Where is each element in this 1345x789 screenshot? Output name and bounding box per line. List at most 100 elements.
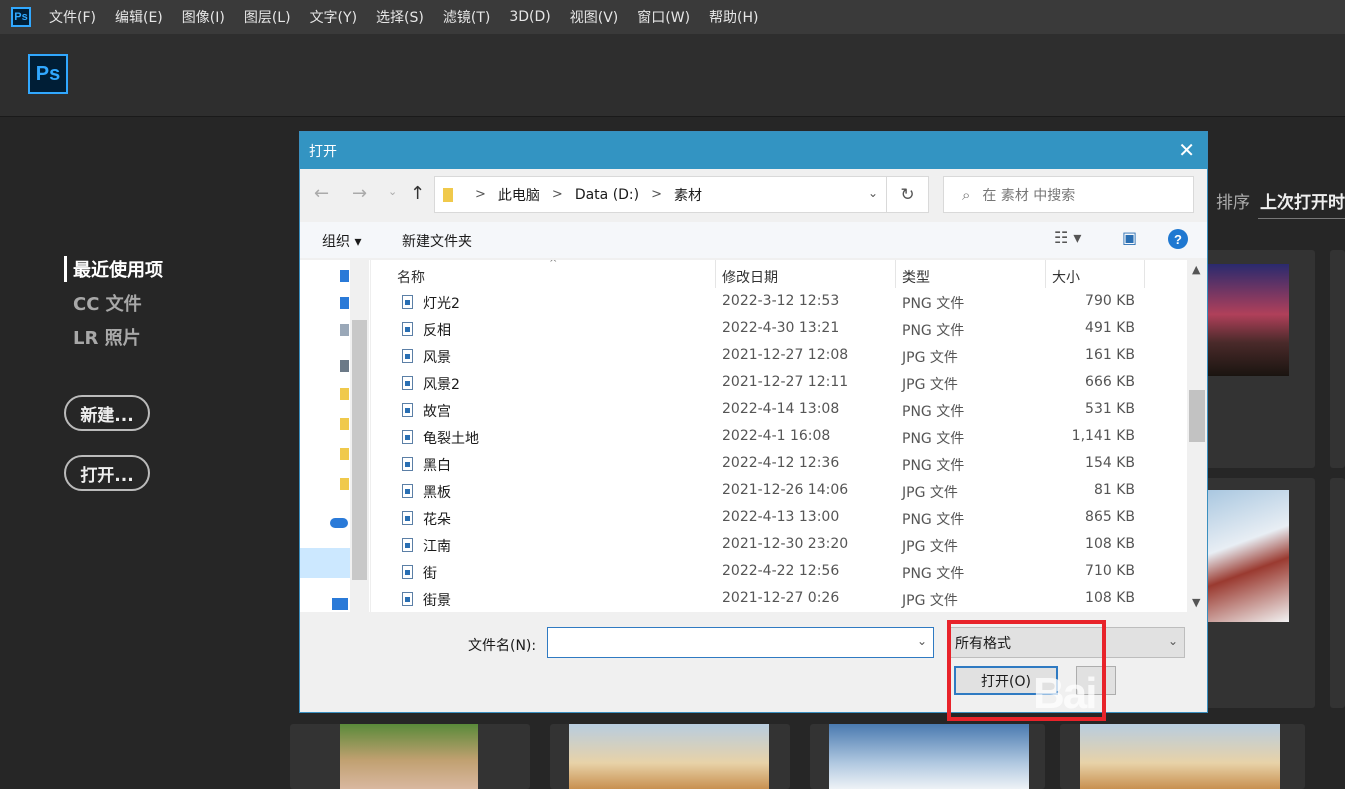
menu-edit[interactable]: 编辑(E) bbox=[115, 7, 163, 27]
recent-locations-chevron-icon[interactable]: ⌄ bbox=[388, 185, 397, 198]
file-row[interactable]: 江南 2021-12-30 23:20 JPG 文件 108 KB bbox=[371, 532, 1187, 559]
nav-recent[interactable]: 最近使用项 bbox=[64, 256, 163, 282]
file-row[interactable]: 故宫 2022-4-14 13:08 PNG 文件 531 KB bbox=[371, 397, 1187, 424]
recent-file-card[interactable] bbox=[290, 724, 530, 789]
tree-this-pc-selected[interactable] bbox=[300, 548, 350, 578]
file-date: 2021-12-27 12:11 bbox=[722, 374, 849, 390]
file-type: PNG 文件 bbox=[902, 566, 965, 582]
scroll-down-icon[interactable]: ▼ bbox=[1192, 596, 1200, 609]
tree-folder-icon[interactable] bbox=[340, 418, 349, 430]
new-folder-button[interactable]: 新建文件夹 bbox=[402, 231, 472, 251]
file-date: 2022-4-22 12:56 bbox=[722, 563, 840, 579]
up-arrow-icon[interactable]: ↑ bbox=[410, 183, 425, 204]
menu-image[interactable]: 图像(I) bbox=[182, 7, 225, 27]
thumbnail-snow-street bbox=[1207, 490, 1289, 622]
file-row[interactable]: 花朵 2022-4-13 13:00 PNG 文件 865 KB bbox=[371, 505, 1187, 532]
preview-pane-icon[interactable]: ▣ bbox=[1122, 228, 1137, 247]
file-row[interactable]: 龟裂土地 2022-4-1 16:08 PNG 文件 1,141 KB bbox=[371, 424, 1187, 451]
navigation-pane bbox=[300, 260, 371, 612]
column-date[interactable]: 修改日期 bbox=[722, 267, 778, 287]
menu-window[interactable]: 窗口(W) bbox=[637, 7, 690, 27]
onedrive-icon[interactable] bbox=[330, 518, 348, 528]
tree-folder-icon[interactable] bbox=[340, 388, 349, 400]
address-dropdown-icon[interactable]: ⌄ bbox=[868, 186, 878, 200]
recent-file-card[interactable] bbox=[1060, 724, 1305, 789]
file-name: 街景 bbox=[423, 593, 451, 609]
menu-view[interactable]: 视图(V) bbox=[570, 7, 619, 27]
new-button[interactable]: 新建... bbox=[64, 395, 150, 431]
network-icon[interactable] bbox=[332, 598, 348, 610]
file-size: 531 KB bbox=[1085, 401, 1135, 417]
refresh-icon[interactable]: ↻ bbox=[886, 177, 928, 212]
tree-document-icon[interactable] bbox=[340, 324, 349, 336]
menu-select[interactable]: 选择(S) bbox=[376, 7, 424, 27]
menu-3d[interactable]: 3D(D) bbox=[509, 9, 550, 25]
column-divider[interactable] bbox=[1045, 260, 1046, 288]
back-arrow-icon[interactable]: ← bbox=[314, 183, 329, 204]
menu-bar: Ps 文件(F) 编辑(E) 图像(I) 图层(L) 文字(Y) 选择(S) 滤… bbox=[0, 0, 1345, 34]
breadcrumb-folder[interactable]: 素材 bbox=[674, 185, 702, 205]
tree-folder-icon[interactable] bbox=[340, 478, 349, 490]
file-row[interactable]: 黑板 2021-12-26 14:06 JPG 文件 81 KB bbox=[371, 478, 1187, 505]
organize-menu[interactable]: 组织 ▾ bbox=[322, 231, 361, 251]
recent-file-card[interactable] bbox=[810, 724, 1045, 789]
scroll-thumb[interactable] bbox=[1189, 390, 1205, 442]
breadcrumb-drive[interactable]: Data (D:) bbox=[575, 187, 639, 203]
thumbnail-sky bbox=[829, 724, 1029, 789]
nav-lr-photos[interactable]: LR 照片 bbox=[64, 324, 163, 350]
breadcrumb-this-pc[interactable]: 此电脑 bbox=[498, 185, 540, 205]
view-options-icon[interactable]: ☷ ▾ bbox=[1054, 228, 1081, 247]
column-name[interactable]: 名称 bbox=[397, 267, 425, 287]
file-row[interactable]: 灯光2 2022-3-12 12:53 PNG 文件 790 KB bbox=[371, 289, 1187, 316]
nav-cc-files[interactable]: CC 文件 bbox=[64, 290, 163, 316]
menu-layer[interactable]: 图层(L) bbox=[244, 7, 291, 27]
column-type[interactable]: 类型 bbox=[902, 267, 930, 287]
file-list: 名称 ^ 修改日期 类型 大小 灯光2 2022-3-12 12:53 PNG 文件… bbox=[371, 260, 1187, 612]
file-size: 108 KB bbox=[1085, 536, 1135, 552]
file-size: 154 KB bbox=[1085, 455, 1135, 471]
file-row[interactable]: 风景 2021-12-27 12:08 JPG 文件 161 KB bbox=[371, 343, 1187, 370]
search-box[interactable]: ⌕ 在 素材 中搜索 bbox=[943, 176, 1194, 213]
file-row[interactable]: 反相 2022-4-30 13:21 PNG 文件 491 KB bbox=[371, 316, 1187, 343]
file-row[interactable]: 风景2 2021-12-27 12:11 JPG 文件 666 KB bbox=[371, 370, 1187, 397]
tree-image-icon[interactable] bbox=[340, 360, 349, 372]
open-button[interactable]: 打开... bbox=[64, 455, 150, 491]
recent-file-card[interactable] bbox=[1190, 478, 1315, 708]
file-type: JPG 文件 bbox=[902, 593, 958, 609]
recent-file-card[interactable] bbox=[1190, 250, 1315, 468]
file-date: 2022-4-13 13:00 bbox=[722, 509, 840, 525]
close-icon[interactable]: ✕ bbox=[1178, 138, 1195, 162]
tree-folder-icon[interactable] bbox=[340, 448, 349, 460]
column-size[interactable]: 大小 bbox=[1052, 267, 1080, 287]
recent-file-card[interactable] bbox=[1330, 250, 1345, 468]
image-file-icon bbox=[402, 457, 413, 471]
recent-file-card[interactable] bbox=[1330, 478, 1345, 708]
tree-scroll-thumb[interactable] bbox=[352, 320, 367, 580]
filename-input[interactable]: ⌄ bbox=[547, 627, 934, 658]
tree-download-icon[interactable] bbox=[340, 297, 349, 309]
tree-item-icon[interactable] bbox=[340, 270, 349, 282]
scroll-up-icon[interactable]: ▲ bbox=[1192, 263, 1200, 276]
column-divider[interactable] bbox=[1144, 260, 1145, 288]
sort-dropdown[interactable]: 上次打开时 bbox=[1260, 188, 1345, 213]
menu-filter[interactable]: 滤镜(T) bbox=[443, 7, 490, 27]
file-row[interactable]: 黑白 2022-4-12 12:36 PNG 文件 154 KB bbox=[371, 451, 1187, 478]
recent-file-card[interactable] bbox=[550, 724, 790, 789]
file-row[interactable]: 街景 2021-12-27 0:26 JPG 文件 108 KB bbox=[371, 586, 1187, 612]
column-divider[interactable] bbox=[895, 260, 896, 288]
menu-type[interactable]: 文字(Y) bbox=[310, 7, 357, 27]
menu-file[interactable]: 文件(F) bbox=[49, 7, 96, 27]
sort-label: 排序 bbox=[1216, 193, 1250, 213]
menu-help[interactable]: 帮助(H) bbox=[709, 7, 758, 27]
filename-dropdown-icon[interactable]: ⌄ bbox=[917, 634, 927, 648]
file-list-scrollbar[interactable]: ▲ ▼ bbox=[1187, 260, 1207, 612]
file-row[interactable]: 街 2022-4-22 12:56 PNG 文件 710 KB bbox=[371, 559, 1187, 586]
forward-arrow-icon[interactable]: → bbox=[352, 183, 367, 204]
file-name: 花朵 bbox=[423, 512, 451, 528]
column-divider[interactable] bbox=[715, 260, 716, 288]
help-icon[interactable]: ? bbox=[1168, 229, 1188, 249]
file-date: 2022-3-12 12:53 bbox=[722, 293, 840, 309]
filter-dropdown-icon[interactable]: ⌄ bbox=[1168, 634, 1178, 648]
address-bar[interactable]: > 此电脑 > Data (D:) > 素材 ⌄ ↻ bbox=[434, 176, 929, 213]
image-file-icon bbox=[402, 349, 413, 363]
